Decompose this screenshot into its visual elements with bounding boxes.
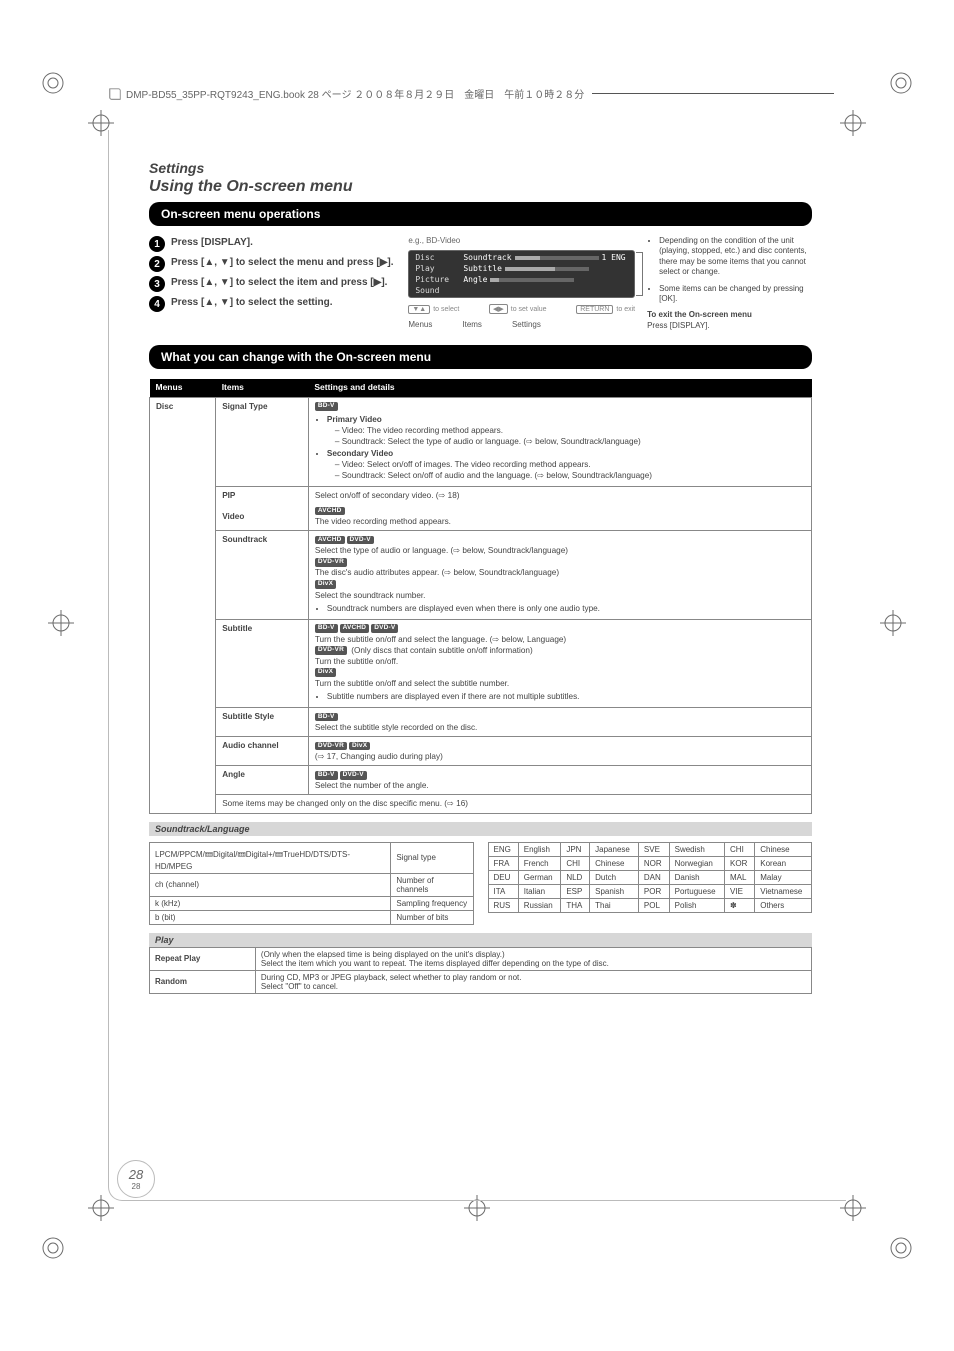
ops-heading: On-screen menu operations bbox=[149, 202, 812, 226]
step-num: 1 bbox=[149, 236, 165, 252]
page-number: 28 28 bbox=[117, 1160, 155, 1198]
crop-arrow-icon bbox=[48, 610, 74, 636]
step-num: 3 bbox=[149, 276, 165, 292]
step-text: Press [DISPLAY]. bbox=[171, 237, 253, 248]
play-heading: Play bbox=[149, 933, 812, 947]
under-label: Settings bbox=[512, 320, 541, 329]
reg-mark-icon bbox=[888, 70, 914, 96]
reg-mark-icon bbox=[40, 1235, 66, 1261]
menu-heading: What you can change with the On-screen m… bbox=[149, 345, 812, 369]
step-text: Press [▲, ▼] to select the item and pres… bbox=[171, 277, 387, 288]
step-text: Press [▲, ▼] to select the setting. bbox=[171, 297, 333, 308]
page-section: Settings bbox=[149, 160, 812, 176]
header-strip: DMP-BD55_35PP-RQT9243_ENG.book 28 ページ ２０… bbox=[108, 86, 834, 101]
language-code-table: ENGEnglishJPNJapaneseSVESwedishCHIChines… bbox=[488, 842, 813, 913]
ops-right-notes: Depending on the condition of the unit (… bbox=[647, 236, 812, 331]
settings-table: Menus Items Settings and details Disc Si… bbox=[149, 379, 812, 813]
book-icon bbox=[108, 87, 122, 101]
page-title: Using the On-screen menu bbox=[149, 178, 812, 196]
reg-mark-icon bbox=[888, 1235, 914, 1261]
step-num: 2 bbox=[149, 256, 165, 272]
step-text: Press [▲, ▼] to select the menu and pres… bbox=[171, 257, 394, 268]
crop-arrow-icon bbox=[88, 1195, 114, 1221]
under-label: Items bbox=[462, 320, 482, 329]
header-docname: DMP-BD55_35PP-RQT9243_ENG.book 28 ページ ２０… bbox=[126, 86, 584, 101]
reg-mark-icon bbox=[40, 70, 66, 96]
under-label: Menus bbox=[408, 320, 432, 329]
osd-mock: e.g., BD-Video Disc Soundtrack 1 ENG Pla… bbox=[408, 236, 635, 329]
step-num: 4 bbox=[149, 296, 165, 312]
ops-steps: 1 Press [DISPLAY]. 2 Press [▲, ▼] to sel… bbox=[149, 236, 396, 316]
lang-heading: Soundtrack/Language bbox=[149, 822, 812, 836]
crop-arrow-icon bbox=[880, 610, 906, 636]
soundtrack-attr-table: LPCM/PPCM/🝚Digital/🝚Digital+/🝚TrueHD/DTS… bbox=[149, 842, 474, 925]
